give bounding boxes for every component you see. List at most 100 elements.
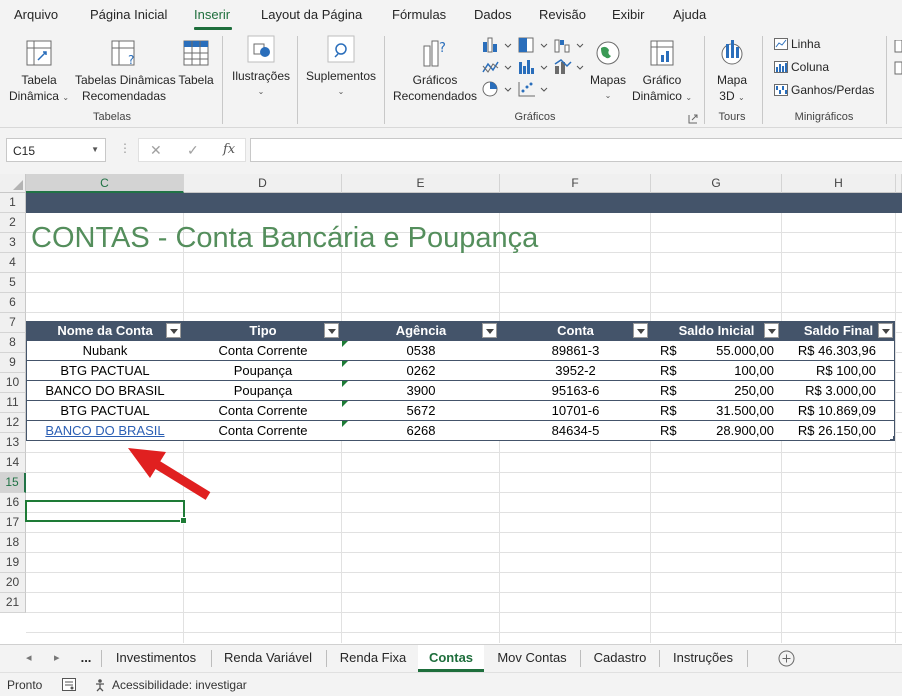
column-header-d[interactable]: D (184, 174, 342, 193)
sparkline-line-button[interactable]: Linha (774, 37, 820, 51)
menu-tab-ajuda[interactable]: Ajuda (673, 7, 706, 22)
hierarchy-chart-icon[interactable] (517, 36, 551, 54)
more-sheets-button[interactable]: ... (74, 645, 98, 672)
cell-conta[interactable]: 84634-5 (500, 421, 651, 441)
filter-dropdown-icon[interactable] (633, 323, 648, 338)
column-header-c[interactable]: C (26, 174, 184, 193)
maps-button[interactable]: Mapas ⌄ (588, 38, 628, 104)
add-sheet-icon[interactable] (778, 650, 795, 667)
sheet-tab-investimentos[interactable]: Investimentos (104, 645, 208, 672)
statistic-chart-icon[interactable] (517, 58, 551, 76)
cell-saldo-inicial[interactable]: 250,00 (676, 381, 774, 401)
accessibility-status[interactable]: Acessibilidade: investigar (112, 678, 247, 692)
cell-conta[interactable]: 3952-2 (500, 361, 651, 381)
formula-input[interactable] (250, 138, 902, 162)
cell-agencia[interactable]: 5672 (342, 401, 500, 421)
row-header-2[interactable]: 2 (0, 213, 26, 233)
sheet-tab-instrucoes[interactable]: Instruções (662, 645, 744, 672)
cell-tipo[interactable]: Conta Corrente (184, 401, 342, 421)
cell-saldo-final[interactable]: R$ 46.303,96 (782, 341, 876, 361)
column-header-next[interactable] (896, 174, 902, 193)
scroll-tabs-right-icon[interactable]: ▸ (54, 651, 60, 664)
cell-nome[interactable]: BTG PACTUAL (26, 361, 184, 381)
row-header-13[interactable]: 13 (0, 433, 26, 453)
cell-saldo-final[interactable]: R$ 100,00 (782, 361, 876, 381)
table-resize-handle[interactable] (890, 436, 895, 441)
line-chart-icon[interactable] (481, 58, 515, 76)
filter-dropdown-icon[interactable] (166, 323, 181, 338)
row-header-7[interactable]: 7 (0, 313, 26, 333)
cell-nome[interactable]: Nubank (26, 341, 184, 361)
cell-tipo[interactable]: Conta Corrente (184, 341, 342, 361)
select-all-corner[interactable] (0, 174, 26, 193)
sheet-tab-contas[interactable]: Contas (418, 645, 484, 672)
menu-tab-pagina-inicial[interactable]: Página Inicial (90, 7, 167, 22)
enter-icon[interactable]: ✓ (187, 142, 199, 159)
row-header-14[interactable]: 14 (0, 453, 26, 473)
cell-agencia[interactable]: 6268 (342, 421, 500, 441)
cell-nome[interactable]: BANCO DO BRASIL (26, 421, 184, 441)
cell-agencia[interactable]: 3900 (342, 381, 500, 401)
illustrations-button[interactable]: Ilustrações ⌄ (230, 34, 292, 100)
filter-dropdown-icon[interactable] (764, 323, 779, 338)
menu-tab-layout[interactable]: Layout da Página (261, 7, 362, 22)
insert-function-icon[interactable]: fx (223, 142, 235, 157)
sheet-tab-renda-variavel[interactable]: Renda Variável (214, 645, 322, 672)
error-indicator-icon[interactable] (342, 381, 348, 387)
filter-dropdown-icon[interactable] (482, 323, 497, 338)
column-chart-icon[interactable] (481, 36, 515, 54)
menu-tab-arquivo[interactable]: Arquivo (14, 7, 58, 22)
row-header-11[interactable]: 11 (0, 393, 26, 413)
row-header-8[interactable]: 8 (0, 333, 26, 353)
menu-tab-inserir[interactable]: Inserir (194, 7, 230, 22)
pie-chart-icon[interactable] (481, 80, 515, 98)
recommended-charts-button[interactable]: ? Gráficos Recomendados (392, 38, 478, 104)
pivot-chart-button[interactable]: Gráfico Dinâmico ⌄ (630, 38, 694, 106)
error-indicator-icon[interactable] (342, 401, 348, 407)
menu-tab-exibir[interactable]: Exibir (612, 7, 645, 22)
more-options-icon[interactable]: ⋮ (119, 141, 131, 155)
pivot-table-button[interactable]: Tabela Dinâmica ⌄ (8, 38, 70, 106)
menu-tab-revisao[interactable]: Revisão (539, 7, 586, 22)
cell-saldo-inicial[interactable]: 55.000,00 (676, 341, 774, 361)
menu-tab-dados[interactable]: Dados (474, 7, 512, 22)
sheet-tab-renda-fixa[interactable]: Renda Fixa (330, 645, 416, 672)
cell-conta[interactable]: 89861-3 (500, 341, 651, 361)
cell-conta[interactable]: 10701-6 (500, 401, 651, 421)
column-header-f[interactable]: F (500, 174, 651, 193)
scatter-chart-icon[interactable] (517, 80, 551, 98)
row-header-6[interactable]: 6 (0, 293, 26, 313)
column-header-g[interactable]: G (651, 174, 782, 193)
row-header-18[interactable]: 18 (0, 533, 26, 553)
addins-button[interactable]: Suplementos ⌄ (304, 34, 378, 100)
row-header-20[interactable]: 20 (0, 573, 26, 593)
cancel-icon[interactable]: ✕ (150, 142, 162, 159)
cell-conta[interactable]: 95163-6 (500, 381, 651, 401)
row-header-16[interactable]: 16 (0, 493, 26, 513)
cell-saldo-inicial[interactable]: 31.500,00 (676, 401, 774, 421)
error-indicator-icon[interactable] (342, 361, 348, 367)
selected-cell-c15[interactable] (25, 500, 187, 524)
error-indicator-icon[interactable] (342, 341, 348, 347)
row-header-9[interactable]: 9 (0, 353, 26, 373)
cell-agencia[interactable]: 0262 (342, 361, 500, 381)
recommended-pivot-button[interactable]: ? Tabelas Dinâmicas Recomendadas (75, 38, 176, 104)
sparkline-winloss-button[interactable]: Ganhos/Perdas (774, 83, 874, 97)
cell-tipo[interactable]: Poupança (184, 381, 342, 401)
cell-nome[interactable]: BTG PACTUAL (26, 401, 184, 421)
menu-tab-formulas[interactable]: Fórmulas (392, 7, 446, 22)
row-header-19[interactable]: 19 (0, 553, 26, 573)
row-header-17[interactable]: 17 (0, 513, 26, 533)
cell-saldo-inicial[interactable]: 28.900,00 (676, 421, 774, 441)
filter-group-icon[interactable] (894, 40, 902, 100)
filter-dropdown-icon[interactable] (878, 323, 893, 338)
row-header-4[interactable]: 4 (0, 253, 26, 273)
row-header-5[interactable]: 5 (0, 273, 26, 293)
dialog-launcher-icon[interactable] (688, 114, 698, 124)
cell-tipo[interactable]: Conta Corrente (184, 421, 342, 441)
cell-saldo-final[interactable]: R$ 3.000,00 (782, 381, 876, 401)
cell-saldo-inicial[interactable]: 100,00 (676, 361, 774, 381)
waterfall-chart-icon[interactable] (553, 36, 587, 54)
error-indicator-icon[interactable] (342, 421, 348, 427)
combo-chart-icon[interactable] (553, 58, 587, 76)
